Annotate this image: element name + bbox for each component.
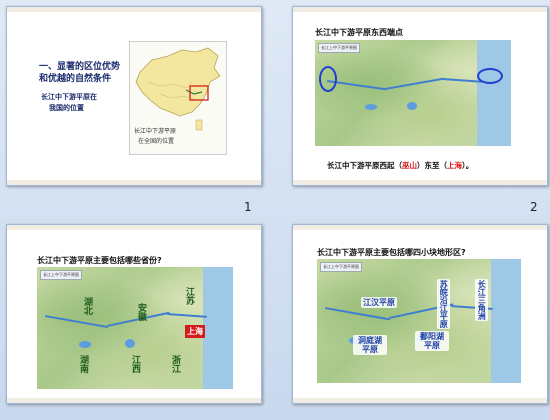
caption-prefix: 长江中下游平原西起（	[327, 161, 402, 170]
province-label-shanghai: 上海	[185, 325, 205, 338]
river-line	[384, 77, 445, 90]
slide-thumbnail-4[interactable]: 长江中下游平原主要包括哪四小块地形区? 长江上中下游平原图 江汉平原 鄱阳湖平原…	[292, 224, 548, 404]
lake	[407, 102, 417, 110]
lake	[365, 104, 377, 110]
slide-thumbnail-3[interactable]: 长江中下游平原主要包括哪些省份? 长江上中下游平原图 湖北 安徽 江苏 上海 湖…	[6, 224, 262, 404]
slide-number-1: 1	[244, 200, 252, 214]
river-line	[324, 307, 391, 321]
slide-top-band	[293, 7, 547, 12]
region-label-poyang-lake-plain: 鄱阳湖平原	[415, 331, 449, 352]
province-label-jiangsu: 江苏	[184, 287, 194, 305]
province-label-hunan: 湖南	[78, 355, 88, 373]
map-caption-line2: 在全国的位置	[138, 138, 175, 145]
slide-bottom-band	[7, 180, 261, 185]
slide-number-2: 2	[530, 200, 538, 214]
slide-thumbnail-2[interactable]: 长江中下游平原东西端点 长江上中下游平原图 长江中下游平原西起（巫山）东至（上海…	[292, 6, 548, 186]
slide2-caption: 长江中下游平原西起（巫山）东至（上海）。	[327, 160, 473, 171]
map-legend-tag: 长江上中下游平原图	[40, 270, 82, 280]
slide2-title: 长江中下游平原东西端点	[315, 28, 403, 37]
caption-mid: ）东至（	[417, 161, 447, 170]
map-legend-tag: 长江上中下游平原图	[320, 262, 362, 272]
region-label-suwan-plain: 苏皖沿江平原	[437, 279, 451, 329]
east-end-circle	[477, 68, 503, 84]
sea-area	[203, 267, 233, 389]
slide-top-band	[293, 225, 547, 230]
region-label-dongting-lake-plain: 洞庭湖平原	[353, 335, 387, 356]
caption-suffix: ）。	[462, 161, 474, 170]
slide3-title: 长江中下游平原主要包括哪些省份?	[37, 256, 162, 265]
lake	[79, 341, 91, 348]
west-end-circle	[319, 66, 337, 92]
yangtze-map: 长江上中下游平原图	[315, 40, 511, 146]
slide1-subtitle-line1: 长江中下游平原在	[41, 93, 97, 101]
slide-top-band	[7, 7, 261, 12]
slide1-subtitle-line2: 我国的位置	[49, 104, 84, 112]
region-label-jianghan-plain: 江汉平原	[361, 297, 397, 309]
yangtze-map: 长江上中下游平原图 江汉平原 鄱阳湖平原 长江三角洲 洞庭湖平原 苏皖沿江平原	[317, 259, 521, 383]
slide-bottom-band	[293, 398, 547, 403]
sea-area	[477, 40, 511, 146]
map-caption-line1: 长江中下游平原	[134, 128, 177, 135]
east-end-answer: 上海	[447, 161, 462, 170]
yangtze-map: 长江上中下游平原图 湖北 安徽 江苏 上海 湖南 江西 浙江	[37, 267, 233, 389]
province-label-anhui: 安徽	[136, 303, 146, 321]
province-label-jiangxi: 江西	[130, 355, 140, 373]
map-legend-tag: 长江上中下游平原图	[318, 43, 360, 53]
province-label-zhejiang: 浙江	[170, 355, 180, 373]
china-map: 长江中下游平原 在全国的位置	[129, 41, 227, 155]
lake	[125, 339, 135, 348]
slide-bottom-band	[7, 398, 261, 403]
sea-area	[491, 259, 521, 383]
slide-thumbnail-1[interactable]: 一、显著的区位优势 和优越的自然条件 长江中下游平原在 我国的位置 长江中下游平…	[6, 6, 262, 186]
slide4-title: 长江中下游平原主要包括哪四小块地形区?	[317, 248, 466, 257]
province-label-hubei: 湖北	[82, 297, 92, 315]
river-line	[44, 315, 109, 329]
river-line	[166, 313, 207, 318]
west-end-answer: 巫山	[402, 161, 417, 170]
region-label-yangtze-delta: 长江三角洲	[475, 279, 489, 321]
slide-top-band	[7, 225, 261, 230]
slide-bottom-band	[293, 180, 547, 185]
slide1-title-line2: 和优越的自然条件	[39, 74, 112, 84]
